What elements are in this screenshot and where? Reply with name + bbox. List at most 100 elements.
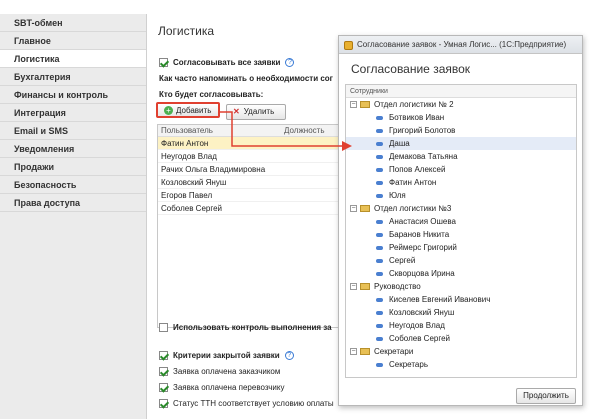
app-window: SBT-обмен Главное Логистика Бухгалтерия … (0, 0, 600, 419)
table-header: Пользователь Должность (158, 125, 346, 137)
continue-button[interactable]: Продолжить (516, 388, 576, 404)
group-label: Руководство (374, 282, 421, 291)
tree-item[interactable]: Скворцова Ирина (346, 267, 576, 280)
control-checkbox[interactable] (159, 323, 168, 333)
criterion-checkbox[interactable] (159, 399, 168, 409)
delete-icon: ✕ (233, 107, 240, 116)
sidebar-item-sales[interactable]: Продажи (0, 158, 146, 176)
tree-item[interactable]: Соболев Сергей (346, 332, 576, 345)
sidebar-item-finance[interactable]: Финансы и контроль (0, 86, 146, 104)
tree-item-label: Юля (389, 191, 406, 200)
tree-item[interactable]: Сергей (346, 254, 576, 267)
delete-button[interactable]: ✕ Удалить (226, 104, 286, 120)
tree-item-label: Даша (389, 139, 410, 148)
table-row[interactable]: Неугодов Влад (158, 150, 346, 163)
column-position[interactable]: Должность (284, 126, 325, 135)
tree-group[interactable]: − Руководство (346, 280, 576, 293)
sidebar-item-logistics[interactable]: Логистика (0, 50, 146, 68)
user-icon (376, 245, 383, 250)
plus-icon: + (164, 106, 173, 116)
tree-item[interactable]: Баранов Никита (346, 228, 576, 241)
sidebar-item-access-rights[interactable]: Права доступа (0, 194, 146, 212)
sidebar-item-integration[interactable]: Интеграция (0, 104, 146, 122)
criterion-row: Заявка оплачена заказчиком (159, 367, 280, 377)
user-icon (376, 336, 383, 341)
criteria-label: Критерии закрытой заявки (173, 351, 280, 360)
employee-tree: Сотрудники − Отдел логистики № 2 Ботвиков… (345, 84, 577, 378)
user-icon (376, 180, 383, 185)
criteria-checkbox[interactable] (159, 351, 168, 361)
table-row[interactable]: Соболев Сергей (158, 202, 346, 215)
help-icon[interactable]: ? (285, 58, 295, 68)
tree-item-label: Баранов Никита (389, 230, 450, 239)
table-row[interactable]: Егоров Павел (158, 189, 346, 202)
dialog-window-title: Согласование заявок - Умная Логис... (1С… (357, 40, 567, 49)
user-icon (376, 128, 383, 133)
tree-item[interactable]: Попов Алексей (346, 163, 576, 176)
group-label: Отдел логистики №3 (374, 204, 452, 213)
help-icon[interactable]: ? (284, 351, 294, 361)
tree-item[interactable]: Анастасия Ошева (346, 215, 576, 228)
dialog-titlebar[interactable]: Согласование заявок - Умная Логис... (1С… (339, 36, 582, 54)
tree-item[interactable]: Козловский Януш (346, 306, 576, 319)
approve-all-row: Согласовывать все заявки? (159, 58, 295, 68)
user-icon (376, 141, 383, 146)
table-row[interactable]: Козловский Януш (158, 176, 346, 189)
sidebar-item-security[interactable]: Безопасность (0, 176, 146, 194)
sidebar-item-main[interactable]: Главное (0, 32, 146, 50)
user-icon (376, 115, 383, 120)
tree-item-label: Скворцова Ирина (389, 269, 455, 278)
collapse-icon[interactable]: − (350, 205, 357, 213)
sidebar-item-accounting[interactable]: Бухгалтерия (0, 68, 146, 86)
sidebar-item-notifications[interactable]: Уведомления (0, 140, 146, 158)
tree-item[interactable]: Ботвиков Иван (346, 111, 576, 124)
dialog-heading: Согласование заявок (351, 62, 471, 76)
user-icon (376, 310, 383, 315)
folder-icon (360, 348, 370, 356)
collapse-icon[interactable]: − (350, 348, 357, 356)
approve-all-checkbox[interactable] (159, 58, 168, 68)
table-row[interactable]: Рачих Ольга Владимировна (158, 163, 346, 176)
tree-group[interactable]: − Отдел логистики №3 (346, 202, 576, 215)
tree-item[interactable]: Юля (346, 189, 576, 202)
criterion-checkbox[interactable] (159, 383, 168, 393)
page-title: Логистика (158, 24, 215, 38)
tree-item-label: Фатин Антон (389, 178, 437, 187)
tree-item[interactable]: Неугодов Влад (346, 319, 576, 332)
tree-group[interactable]: − Отдел логистики № 2 (346, 98, 576, 111)
user-icon (376, 258, 383, 263)
add-button[interactable]: + Добавить (156, 102, 220, 118)
tree-item[interactable]: Реймерс Григорий (346, 241, 576, 254)
tree-item[interactable]: Демакова Татьяна (346, 150, 576, 163)
tree-item-label: Козловский Януш (389, 308, 455, 317)
tree-item-label: Соболев Сергей (389, 334, 451, 343)
criterion-row: Заявка оплачена перевозчику (159, 383, 284, 393)
folder-icon (360, 101, 370, 109)
sidebar-item-sbt-exchange[interactable]: SBT-обмен (0, 14, 146, 32)
add-button-label: Добавить (176, 106, 212, 115)
collapse-icon[interactable]: − (350, 101, 357, 109)
tree-group[interactable]: − Секретари (346, 345, 576, 358)
collapse-icon[interactable]: − (350, 283, 357, 291)
tree-item[interactable]: Даша (346, 137, 576, 150)
tree-item-label: Анастасия Ошева (389, 217, 456, 226)
tree-item-label: Неугодов Влад (389, 321, 445, 330)
approvers-table: Пользователь Должность Фатин Антон Неуго… (157, 124, 347, 328)
tree-item-label: Секретарь (389, 360, 428, 369)
tree-item[interactable]: Секретарь (346, 358, 576, 371)
tree-item[interactable]: Киселев Евгений Иванович (346, 293, 576, 306)
table-row[interactable]: Фатин Антон (158, 137, 346, 150)
tree-item[interactable]: Фатин Антон (346, 176, 576, 189)
criteria-row: Критерии закрытой заявки? (159, 351, 294, 361)
user-icon (376, 154, 383, 159)
control-label: Использовать контроль выполнения за (173, 323, 332, 332)
app-logo-icon (344, 41, 353, 50)
sidebar-item-email-sms[interactable]: Email и SMS (0, 122, 146, 140)
column-user[interactable]: Пользователь (161, 126, 213, 135)
folder-icon (360, 283, 370, 291)
tree-item[interactable]: Григорий Болотов (346, 124, 576, 137)
user-icon (376, 232, 383, 237)
criterion-checkbox[interactable] (159, 367, 168, 377)
criterion-row: Статус ТТН соответствует условию оплаты (159, 399, 334, 409)
group-label: Отдел логистики № 2 (374, 100, 454, 109)
